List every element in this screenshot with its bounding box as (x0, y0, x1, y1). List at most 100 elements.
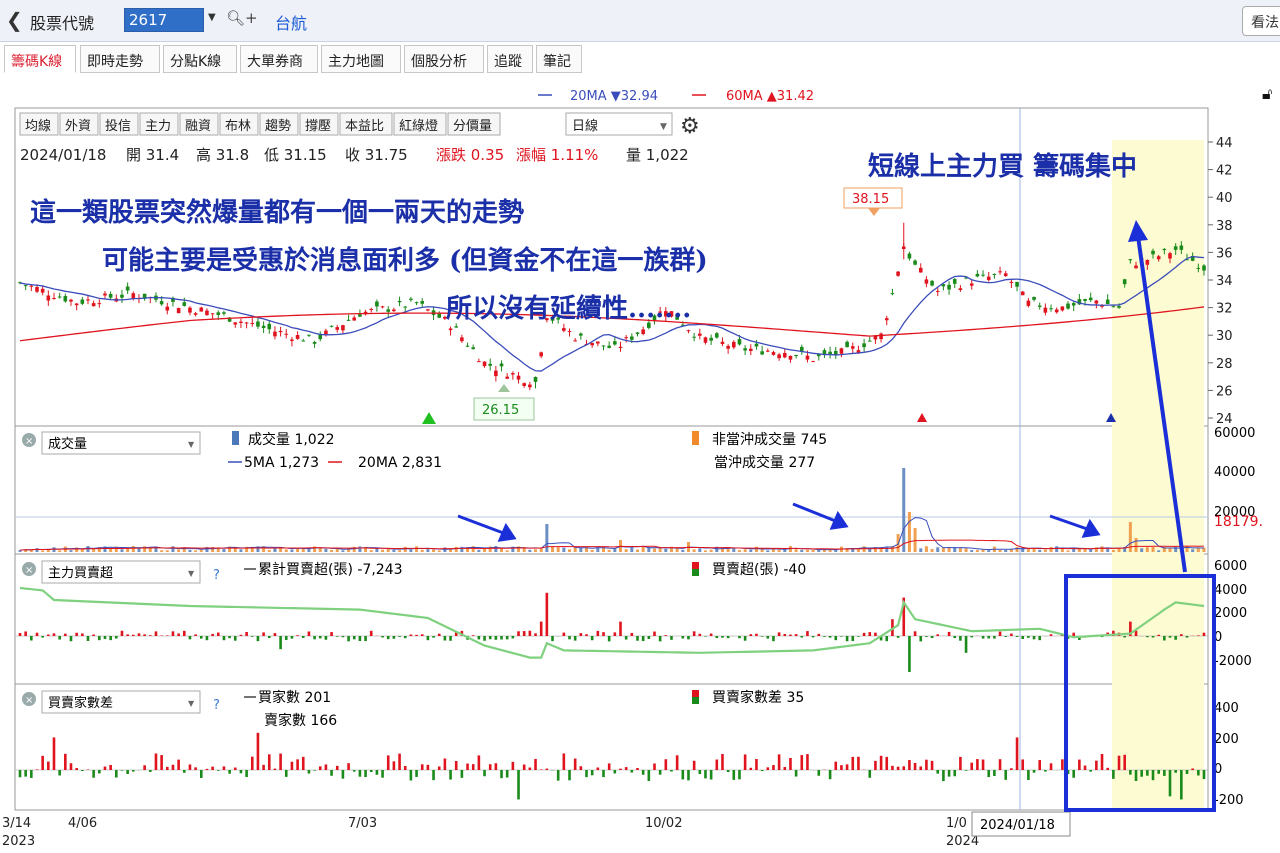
broker-diff-bar (1112, 770, 1115, 779)
candle (1162, 248, 1167, 251)
net-buy-sell-bar (908, 636, 911, 672)
broker-diff-bar (760, 770, 764, 772)
volume-bar (528, 549, 532, 552)
net-buy-sell-bar (539, 621, 543, 636)
chevron-down-icon[interactable]: ▼ (208, 12, 216, 23)
net-buy-sell-bar (132, 634, 135, 636)
volume-bar (239, 549, 243, 552)
net-buy-sell-bar (590, 636, 594, 641)
candle (918, 267, 923, 273)
candle (907, 253, 912, 259)
seller-count-label: 賣家數 166 (264, 712, 337, 729)
unlock-icon[interactable]: 🔓︎ (1262, 84, 1272, 103)
broker-diff-bar (1151, 770, 1155, 781)
net-buy-sell-bar (511, 636, 515, 639)
help-icon[interactable]: ? (213, 698, 220, 713)
broker-indicator-select[interactable]: 買賣家數差 (48, 695, 113, 711)
volume-bar (1009, 549, 1013, 552)
net-buy-sell-bar (630, 632, 634, 636)
broker-diff-bar (556, 770, 560, 781)
tab-big-broker[interactable]: 大單券商 (240, 45, 318, 73)
main-force-indicator-select[interactable]: 主力買賣超 (48, 566, 113, 581)
candle (969, 283, 974, 286)
net-buy-sell-bar (998, 631, 1002, 636)
tab-branch-kline[interactable]: 分點K線 (163, 45, 237, 73)
candle (516, 375, 521, 380)
net-buy-sell-bar (500, 636, 503, 640)
candle (930, 280, 934, 286)
candle (341, 325, 345, 331)
net-buy-sell-bar (228, 636, 231, 639)
net-buy-sell-bar (857, 636, 860, 637)
candle (199, 307, 204, 312)
ma60-legend: 60MA ▲31.42 (726, 89, 814, 104)
net-buy-sell-bar (760, 636, 764, 637)
volume-indicator-select[interactable]: 成交量 (48, 436, 87, 452)
annotation-line-1: 這一類股票突然爆量都有一個一兩天的走勢 (30, 198, 525, 228)
broker-diff-bar (936, 770, 940, 774)
broker-diff-bar (585, 770, 588, 778)
broker-diff-bar (539, 769, 543, 770)
broker-diff-bar (828, 770, 832, 780)
toolbar-button-label: 均線 (25, 118, 51, 134)
tab-main-force-map[interactable]: 主力地圖 (321, 45, 401, 73)
volume-bar (828, 550, 832, 552)
help-icon[interactable]: ? (213, 568, 220, 583)
broker-diff-bar (930, 760, 934, 770)
volume-bar (1043, 549, 1047, 552)
broker-diff-bar (698, 770, 702, 775)
candle (596, 341, 600, 344)
chevron-down-icon[interactable]: ▼ (660, 122, 667, 132)
search-icon[interactable]: 🔍︎+ (226, 9, 258, 27)
net-buy-sell-bar (449, 636, 452, 641)
candle (290, 339, 294, 341)
period-select[interactable]: 日線 (572, 118, 598, 134)
broker-diff-bar (738, 770, 741, 780)
volume-bar (760, 549, 764, 552)
net-buy-sell-bar (1202, 632, 1206, 636)
volume-bar (800, 549, 804, 552)
candle (788, 355, 793, 360)
candle (1094, 300, 1099, 304)
net-buy-sell-bar (324, 636, 328, 640)
broker-diff-bar (766, 767, 770, 770)
volume-bar (171, 546, 175, 552)
candle (324, 330, 328, 335)
tab-realtime[interactable]: 即時走勢 (80, 45, 160, 73)
broker-diff-bar (976, 759, 979, 770)
tab-stock-analysis[interactable]: 個股分析 (404, 45, 484, 73)
chevron-left-icon[interactable]: ❮ (6, 8, 23, 32)
candle (273, 331, 277, 337)
tab-tracking[interactable]: 追蹤 (487, 45, 533, 73)
volume-bar (1117, 548, 1121, 552)
net-buy-sell-bar (148, 635, 152, 636)
view-button[interactable]: 看法 (1242, 6, 1280, 36)
net-buy-sell-bar (233, 636, 237, 641)
tab-chip-kline[interactable]: 籌碼K線 (4, 45, 76, 73)
price-axis-label: 36 (1216, 246, 1233, 261)
broker-diff-bar (437, 766, 441, 770)
broker-diff-bar (205, 768, 209, 770)
candle (23, 285, 28, 287)
broker-diff-bar (35, 769, 39, 770)
net-buy-sell-bar (670, 636, 673, 640)
volume-bar (194, 550, 198, 552)
candle (1003, 273, 1008, 277)
tab-notes[interactable]: 筆記 (536, 45, 582, 73)
broker-diff-bar (834, 761, 838, 770)
broker-diff-bar (290, 761, 294, 770)
candle (205, 310, 209, 316)
broker-diff-bar (715, 759, 719, 770)
broker-diff-bar (188, 764, 192, 770)
stock-code-input[interactable]: 2617 (124, 8, 204, 32)
net-buy-sell-bar (834, 636, 838, 641)
net-buy-sell-bar (726, 636, 730, 639)
quote-close: 收 31.75 (345, 146, 408, 164)
volume-bar (692, 549, 696, 552)
net-buy-sell-bar (749, 634, 753, 636)
broker-diff-bar (324, 764, 328, 770)
svg-text:40000: 40000 (1214, 465, 1255, 480)
stock-name[interactable]: 台航 (275, 10, 307, 34)
volume-bar (856, 549, 860, 552)
gear-icon[interactable]: ⚙ (680, 114, 700, 139)
